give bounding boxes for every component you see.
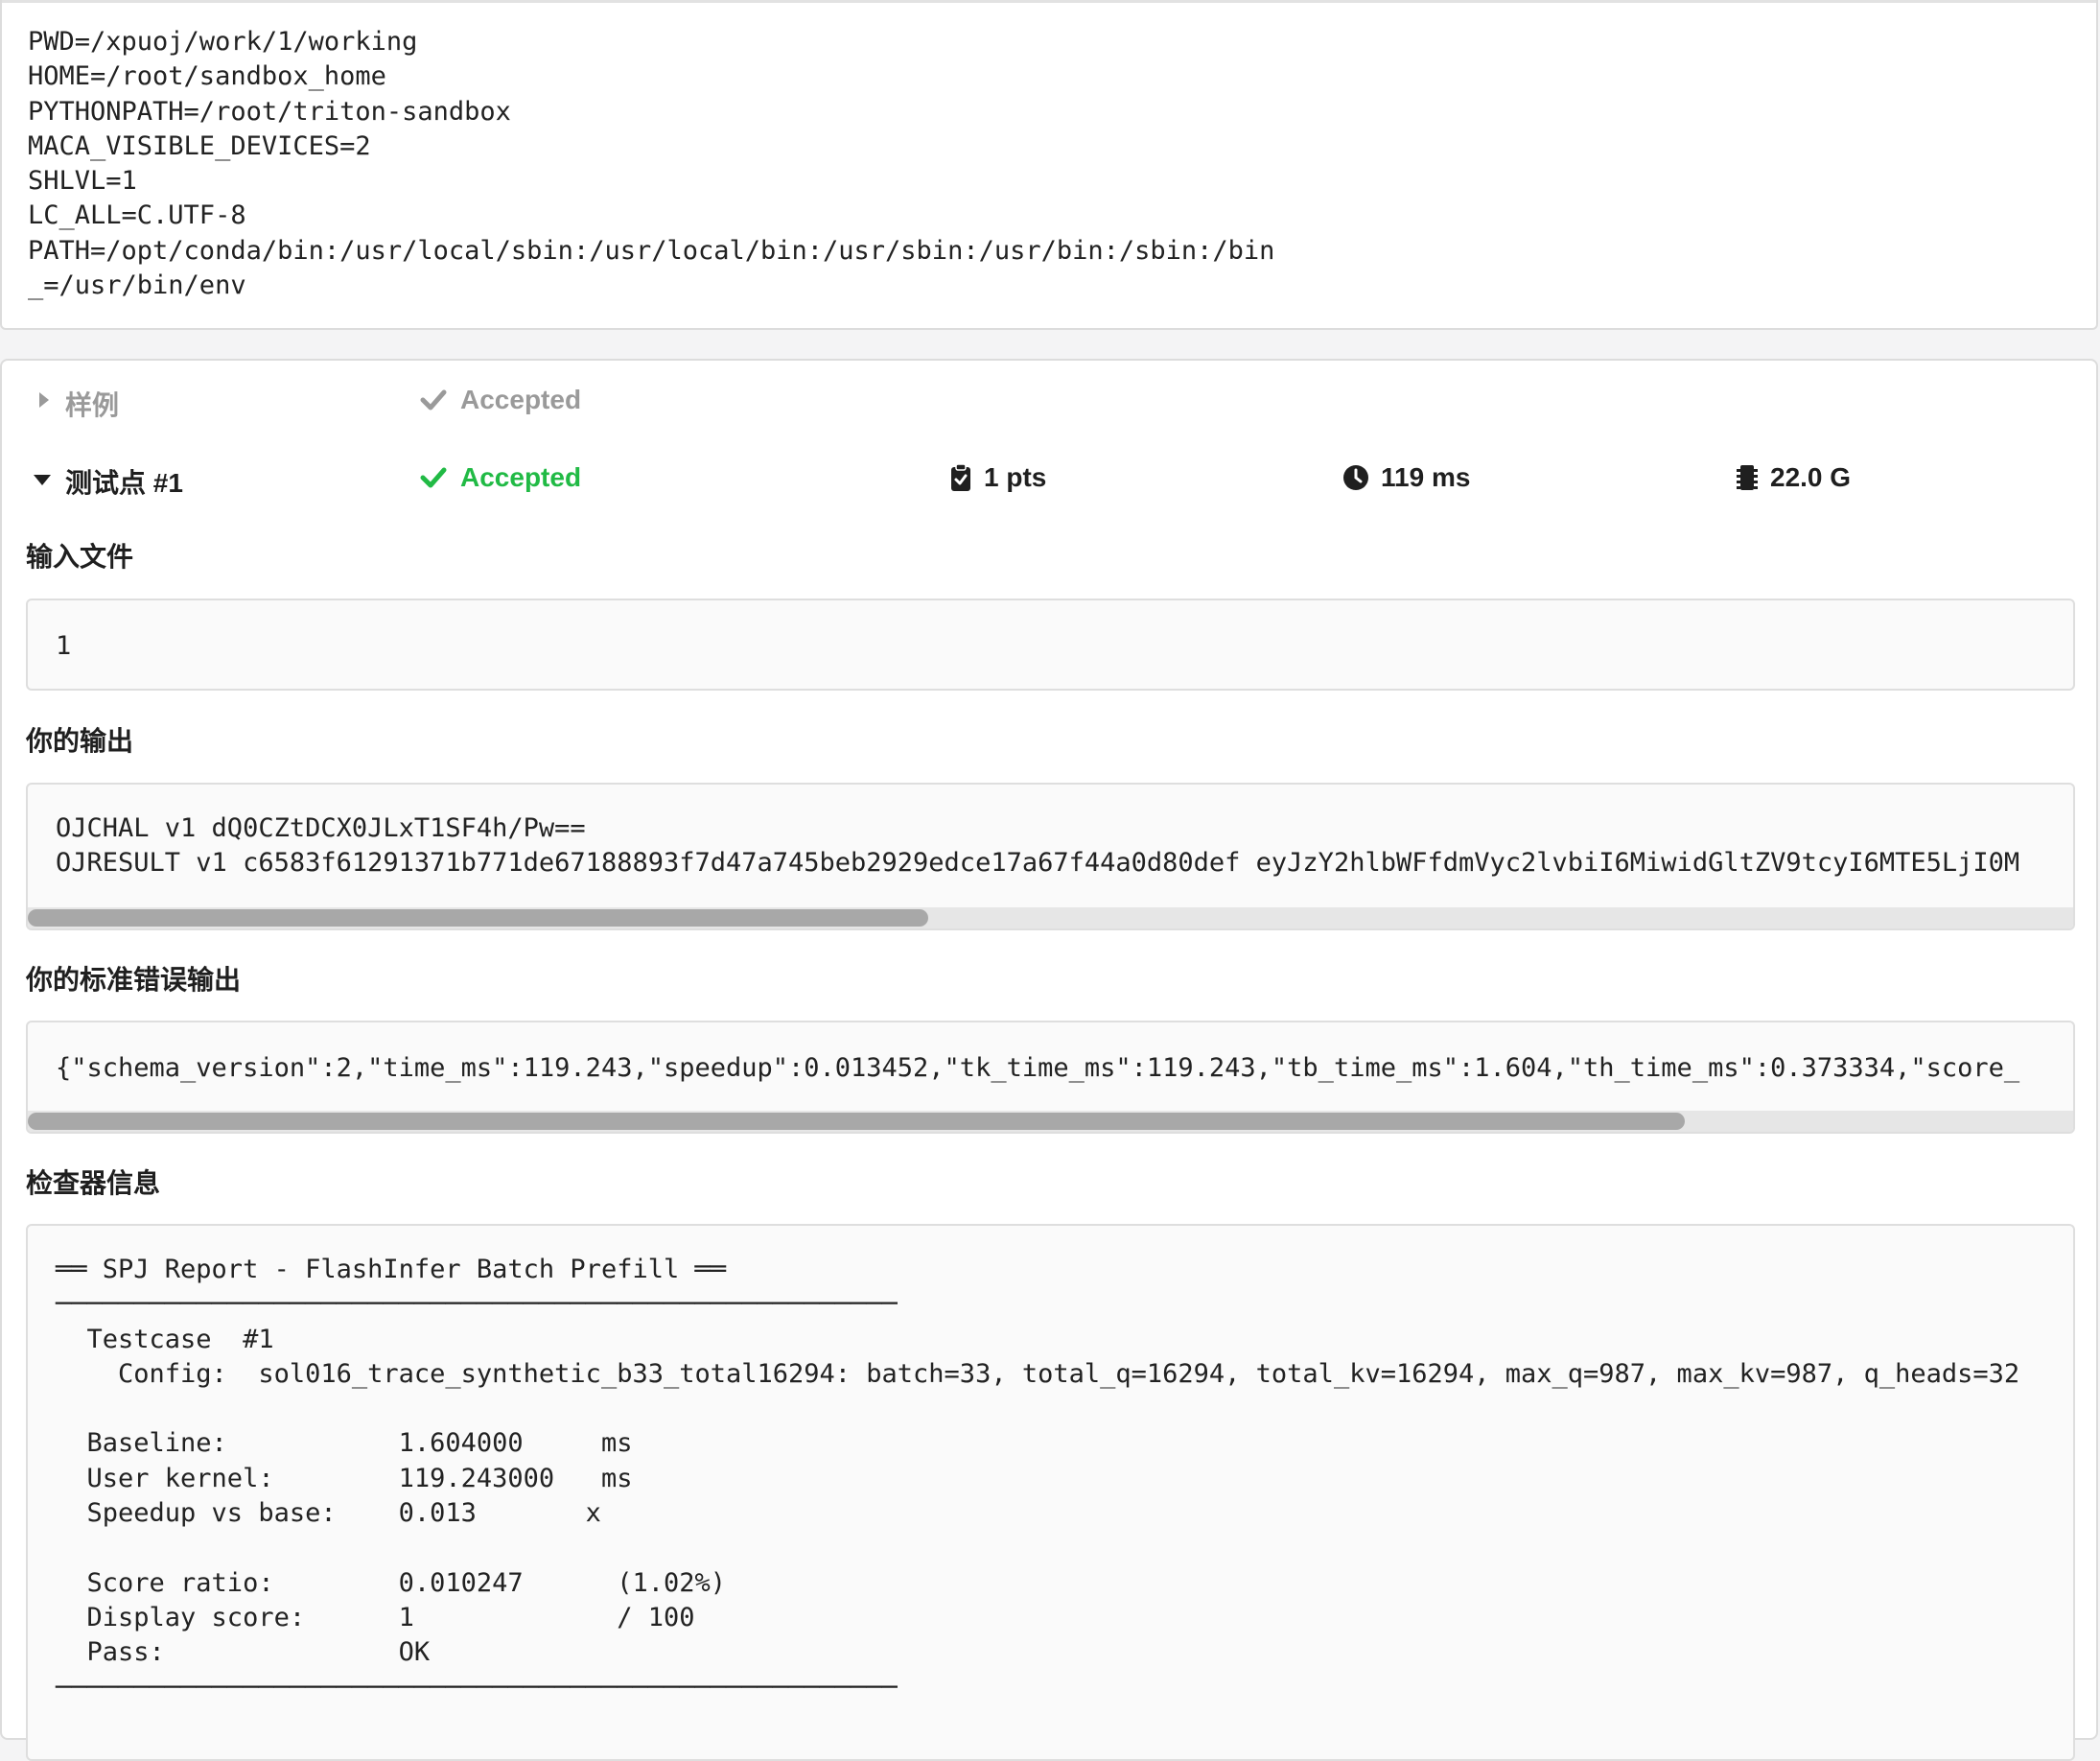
memory-value: 22.0 G [1770, 462, 1852, 492]
stderr-title: 你的标准错误输出 [26, 965, 242, 995]
panel-top-border [2, 0, 2096, 3]
output-horizontal-scrollbar[interactable] [28, 907, 2073, 928]
score-value: 1 pts [984, 462, 1047, 492]
clock-icon [1343, 465, 1368, 490]
input-file-box: 1 [26, 599, 2075, 691]
input-file-content: 1 [56, 631, 72, 661]
output-scrollbar-thumb[interactable] [28, 909, 928, 927]
checker-title: 检查器信息 [26, 1168, 161, 1198]
stderr-horizontal-scrollbar[interactable] [28, 1111, 2073, 1132]
testcase-row[interactable]: 测试点 #1 Accepted 1 pts 119 ms 22.0 G [2, 457, 2100, 505]
result-panel: 样例 Accepted 测试点 #1 Accepted 1 pts 119 ms… [0, 359, 2100, 1761]
stderr-box[interactable]: {"schema_version":2,"time_ms":119.243,"s… [26, 1021, 2075, 1134]
checker-content: ══ SPJ Report - FlashInfer Batch Prefill… [56, 1255, 2020, 1702]
environment-variables: PWD=/xpuoj/work/1/working HOME=/root/san… [28, 27, 1275, 301]
sample-label[interactable]: 样例 [65, 385, 119, 423]
sample-status-text: Accepted [460, 385, 582, 414]
checker-box[interactable]: ══ SPJ Report - FlashInfer Batch Prefill… [26, 1224, 2075, 1761]
sample-row[interactable]: 样例 Accepted [2, 379, 2100, 427]
testcase-status: Accepted [420, 462, 581, 493]
sample-status: Accepted [420, 385, 581, 415]
environment-panel: PWD=/xpuoj/work/1/working HOME=/root/san… [0, 0, 2098, 330]
time-metric: 119 ms [1342, 462, 1470, 493]
testcase-label[interactable]: 测试点 #1 [65, 462, 183, 501]
caret-right-icon[interactable] [35, 390, 54, 410]
testcase-status-text: Accepted [460, 462, 582, 492]
check-icon [420, 389, 447, 411]
memory-chip-icon [1737, 465, 1758, 490]
output-box[interactable]: OJCHAL v1 dQ0CZtDCX0JLxT1SF4h/Pw== OJRES… [26, 783, 2075, 930]
stderr-content: {"schema_version":2,"time_ms":119.243,"s… [56, 1053, 2020, 1083]
clipboard-check-icon [951, 463, 970, 491]
input-file-title: 输入文件 [26, 542, 134, 572]
time-value: 119 ms [1381, 462, 1471, 492]
output-content: OJCHAL v1 dQ0CZtDCX0JLxT1SF4h/Pw== OJRES… [56, 813, 2020, 879]
output-title: 你的输出 [26, 726, 134, 756]
check-icon [420, 467, 447, 488]
stderr-scrollbar-thumb[interactable] [28, 1113, 1685, 1130]
score-metric: 1 pts [949, 462, 1046, 493]
memory-metric: 22.0 G [1736, 462, 1851, 493]
caret-down-icon[interactable] [33, 470, 52, 489]
